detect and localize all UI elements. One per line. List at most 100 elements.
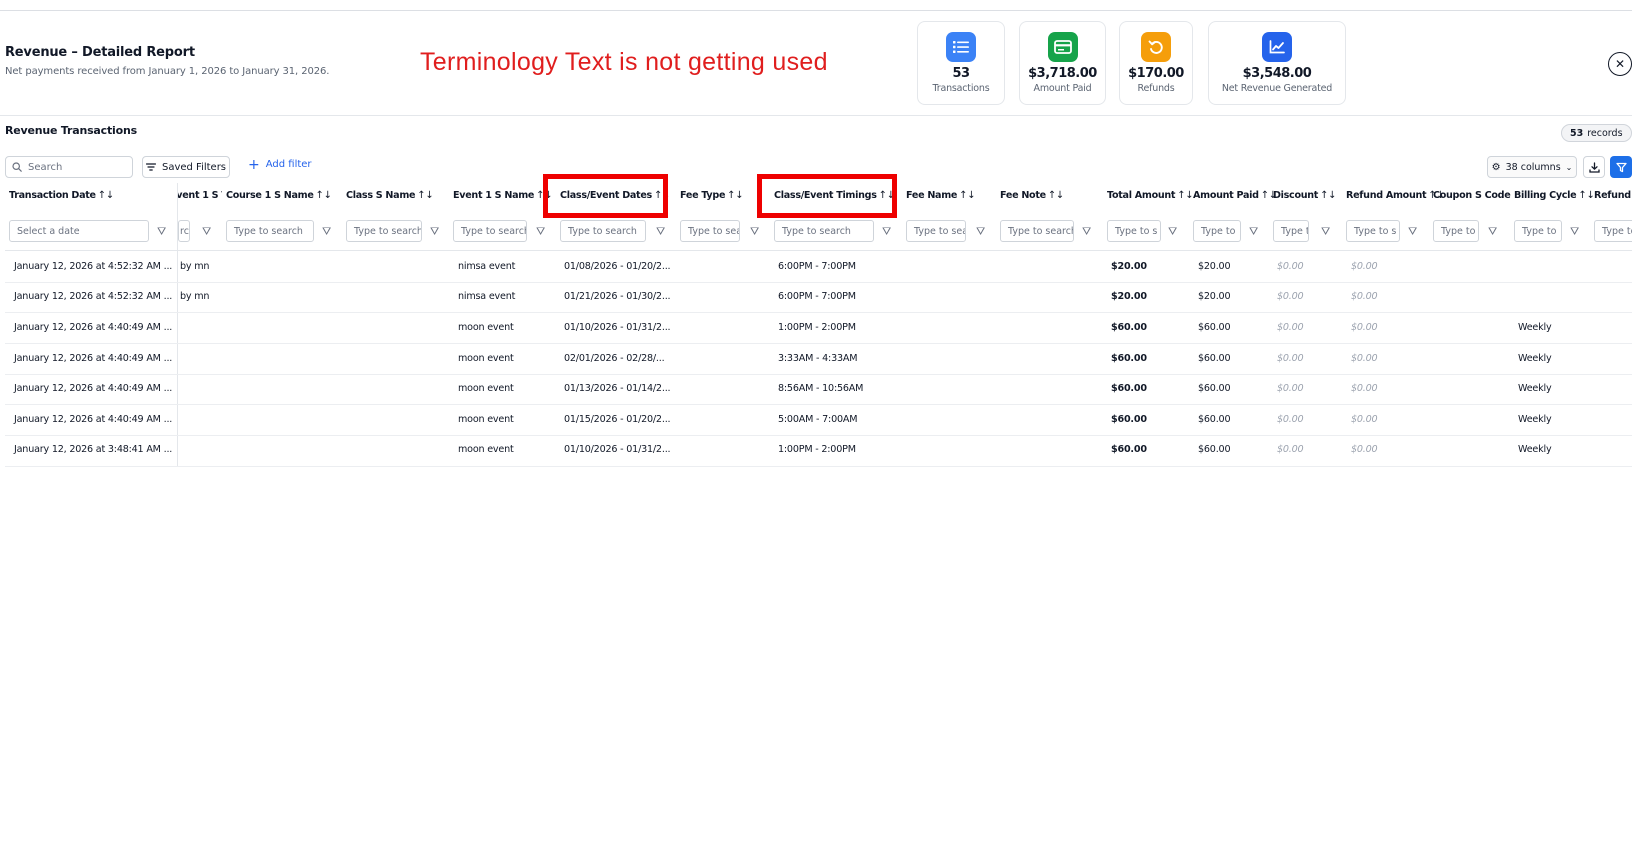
cell-amount-paid: $60.00 [1198,353,1231,364]
funnel-icon[interactable]: ⛛ [1168,225,1177,239]
cell-amount-paid: $60.00 [1198,444,1231,455]
col-header-class-name[interactable]: Class S Name ↑↓ [346,190,434,201]
col-header-label: Transaction Date [9,190,96,201]
filter-input-billing-cycle[interactable]: Type to [1514,220,1562,242]
filter-input-event-name[interactable]: Type to search [453,220,527,242]
col-header-event-name[interactable]: Event 1 S Name ↑↓ [453,190,553,201]
filter-input-class-event-dates[interactable]: Type to search [560,220,646,242]
sort-icon[interactable]: ↑↓ [727,190,743,201]
col-header-total-amount[interactable]: Total Amount ↑↓ [1107,190,1194,201]
section-title: Revenue Transactions [5,124,137,137]
col-header-label: Amount Paid [1193,190,1259,201]
col-header-course-name[interactable]: Course 1 S Name ↑↓ [226,190,332,201]
filter-input-transaction-date[interactable]: Select a date [9,220,149,242]
funnel-icon[interactable]: ⛛ [1249,225,1258,239]
col-header-label: Fee Name [906,190,958,201]
funnel-icon[interactable]: ⛛ [536,225,545,239]
download-icon [1588,161,1600,173]
col-header-label: Coupon S Code [1433,190,1511,201]
filter-input-fee-name[interactable]: Type to search [906,220,966,242]
sort-icon[interactable]: ↑↓ [417,190,433,201]
filter-input-refund-status[interactable]: Type to [1594,220,1632,242]
funnel-icon[interactable]: ⛛ [157,225,166,239]
cell-refund-amount: $0.00 [1351,414,1378,425]
filter-input-amount-paid[interactable]: Type to [1193,220,1241,242]
funnel-icon[interactable]: ⛛ [322,225,331,239]
filter-toggle-button[interactable] [1610,156,1632,178]
col-header-coupon-code[interactable]: Coupon S Code↑ [1433,190,1513,201]
filter-input-fee-note[interactable]: Type to search [1000,220,1074,242]
filter-input-coupon-code[interactable]: Type to [1433,220,1479,242]
col-header-label: Refund Amount [1346,190,1427,201]
columns-label: 38 columns [1505,161,1561,173]
funnel-icon [1615,162,1627,172]
col-header-transaction-date[interactable]: Transaction Date ↑↓ [9,190,114,201]
funnel-icon[interactable]: ⛛ [1082,225,1091,239]
funnel-icon[interactable]: ⛛ [430,225,439,239]
funnel-icon[interactable]: ⛛ [656,225,665,239]
cell-class-event-dates: 01/10/2026 - 01/31/2... [564,322,671,333]
filter-input-class-event-timings[interactable]: Type to search [774,220,874,242]
cell-total-amount: $60.00 [1111,444,1147,455]
col-header-discount[interactable]: Discount ↑↓ [1273,190,1337,201]
funnel-icon[interactable]: ⛛ [976,225,985,239]
filter-lines-icon [145,163,156,171]
funnel-icon[interactable]: ⛛ [1570,225,1579,239]
cell-discount: $0.00 [1277,261,1304,272]
cell-class-event-timings: 1:00PM - 2:00PM [778,322,856,333]
col-header-refund-amount[interactable]: Refund Amount ↑↓ [1346,190,1445,201]
col-header-fee-type[interactable]: Fee Type ↑↓ [680,190,744,201]
filter-input-fee-type[interactable]: Type to search [680,220,740,242]
col-header-event-type[interactable]: Event 1 S Ty [178,190,222,201]
columns-button[interactable]: ⚙ 38 columns ⌄ [1487,156,1577,178]
sort-icon[interactable]: ↑ [1512,190,1513,201]
search-input[interactable]: Search [5,156,133,178]
cell-refund-amount: $0.00 [1351,383,1378,394]
funnel-icon[interactable]: ⛛ [750,225,759,239]
sort-icon[interactable]: ↑↓ [316,190,332,201]
sort-icon[interactable]: ↑↓ [1320,190,1336,201]
sort-icon[interactable]: ↑↓ [98,190,114,201]
stat-card-amount-paid: $3,718.00 Amount Paid [1019,21,1106,105]
col-header-fee-name[interactable]: Fee Name ↑↓ [906,190,976,201]
col-header-amount-paid[interactable]: Amount Paid ↑↓ [1193,190,1277,201]
filter-input-event-type[interactable]: rc [178,220,190,242]
download-button[interactable] [1583,156,1605,178]
stat-value: $170.00 [1128,66,1184,81]
cell-class-event-dates: 01/08/2026 - 01/20/2... [564,261,671,272]
filter-input-class-name[interactable]: Type to search [346,220,422,242]
stat-label: Net Revenue Generated [1221,83,1333,94]
filter-input-total-amount[interactable]: Type to s [1107,220,1161,242]
col-header-label: Fee Type [680,190,726,201]
sort-icon[interactable]: ↑↓ [959,190,975,201]
filter-input-course-name[interactable]: Type to search [226,220,314,242]
sort-icon[interactable]: ↑↓ [1048,190,1064,201]
col-header-fee-note[interactable]: Fee Note ↑↓ [1000,190,1064,201]
funnel-icon[interactable]: ⛛ [882,225,891,239]
col-header-billing-cycle[interactable]: Billing Cycle ↑↓ [1514,190,1595,201]
records-count: 53 [1570,127,1584,139]
cell-class-event-timings: 5:00AM - 7:00AM [778,414,858,425]
col-header-refund-status[interactable]: Refund S [1594,190,1632,201]
cell-amount-paid: $20.00 [1198,291,1231,302]
saved-filters-button[interactable]: Saved Filters [142,156,230,178]
add-filter-button[interactable]: + Add filter [248,158,312,172]
row-divider [5,435,1632,436]
close-button[interactable]: ✕ [1608,52,1632,76]
col-header-label: Class S Name [346,190,416,201]
funnel-icon[interactable]: ⛛ [1488,225,1497,239]
funnel-icon[interactable]: ⛛ [1408,225,1417,239]
cell-refund-amount: $0.00 [1351,322,1378,333]
sort-icon[interactable]: ↑↓ [1177,190,1193,201]
stat-card-transactions: 53 Transactions [917,21,1005,105]
cell-class-event-timings: 6:00PM - 7:00PM [778,261,856,272]
filter-input-discount[interactable]: Type t [1273,220,1309,242]
sort-icon[interactable]: ↑↓ [1578,190,1594,201]
cell-discount: $0.00 [1277,322,1304,333]
cell-event-name: moon event [458,353,514,364]
cell-class-event-timings: 3:33AM - 4:33AM [778,353,858,364]
annotation-highlight-dates [543,174,668,218]
funnel-icon[interactable]: ⛛ [202,225,211,239]
funnel-icon[interactable]: ⛛ [1321,225,1330,239]
filter-input-refund-amount[interactable]: Type to s [1346,220,1400,242]
